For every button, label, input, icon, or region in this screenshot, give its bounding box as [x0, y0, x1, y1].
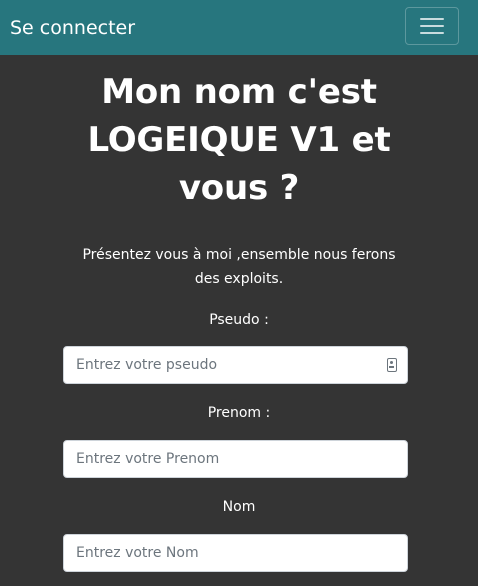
navbar: Se connecter: [0, 0, 478, 55]
intro-text: Présentez vous à moi ,ensemble nous fero…: [82, 247, 396, 287]
prenom-field[interactable]: [63, 440, 408, 478]
contact-card-icon: [387, 358, 397, 372]
nom-input[interactable]: [64, 535, 407, 571]
navbar-toggler-button[interactable]: [405, 7, 459, 45]
nom-label: Nom: [222, 499, 256, 515]
pseudo-field[interactable]: [63, 346, 408, 384]
prenom-input[interactable]: [64, 441, 407, 477]
prenom-label: Prenom :: [207, 405, 271, 421]
navbar-brand-link[interactable]: Se connecter: [10, 16, 135, 40]
nom-field[interactable]: [63, 534, 408, 572]
page-title: Mon nom c'est LOGEIQUE V1 et vous ?: [87, 72, 391, 208]
pseudo-input[interactable]: [64, 347, 407, 383]
pseudo-label: Pseudo :: [209, 312, 269, 328]
